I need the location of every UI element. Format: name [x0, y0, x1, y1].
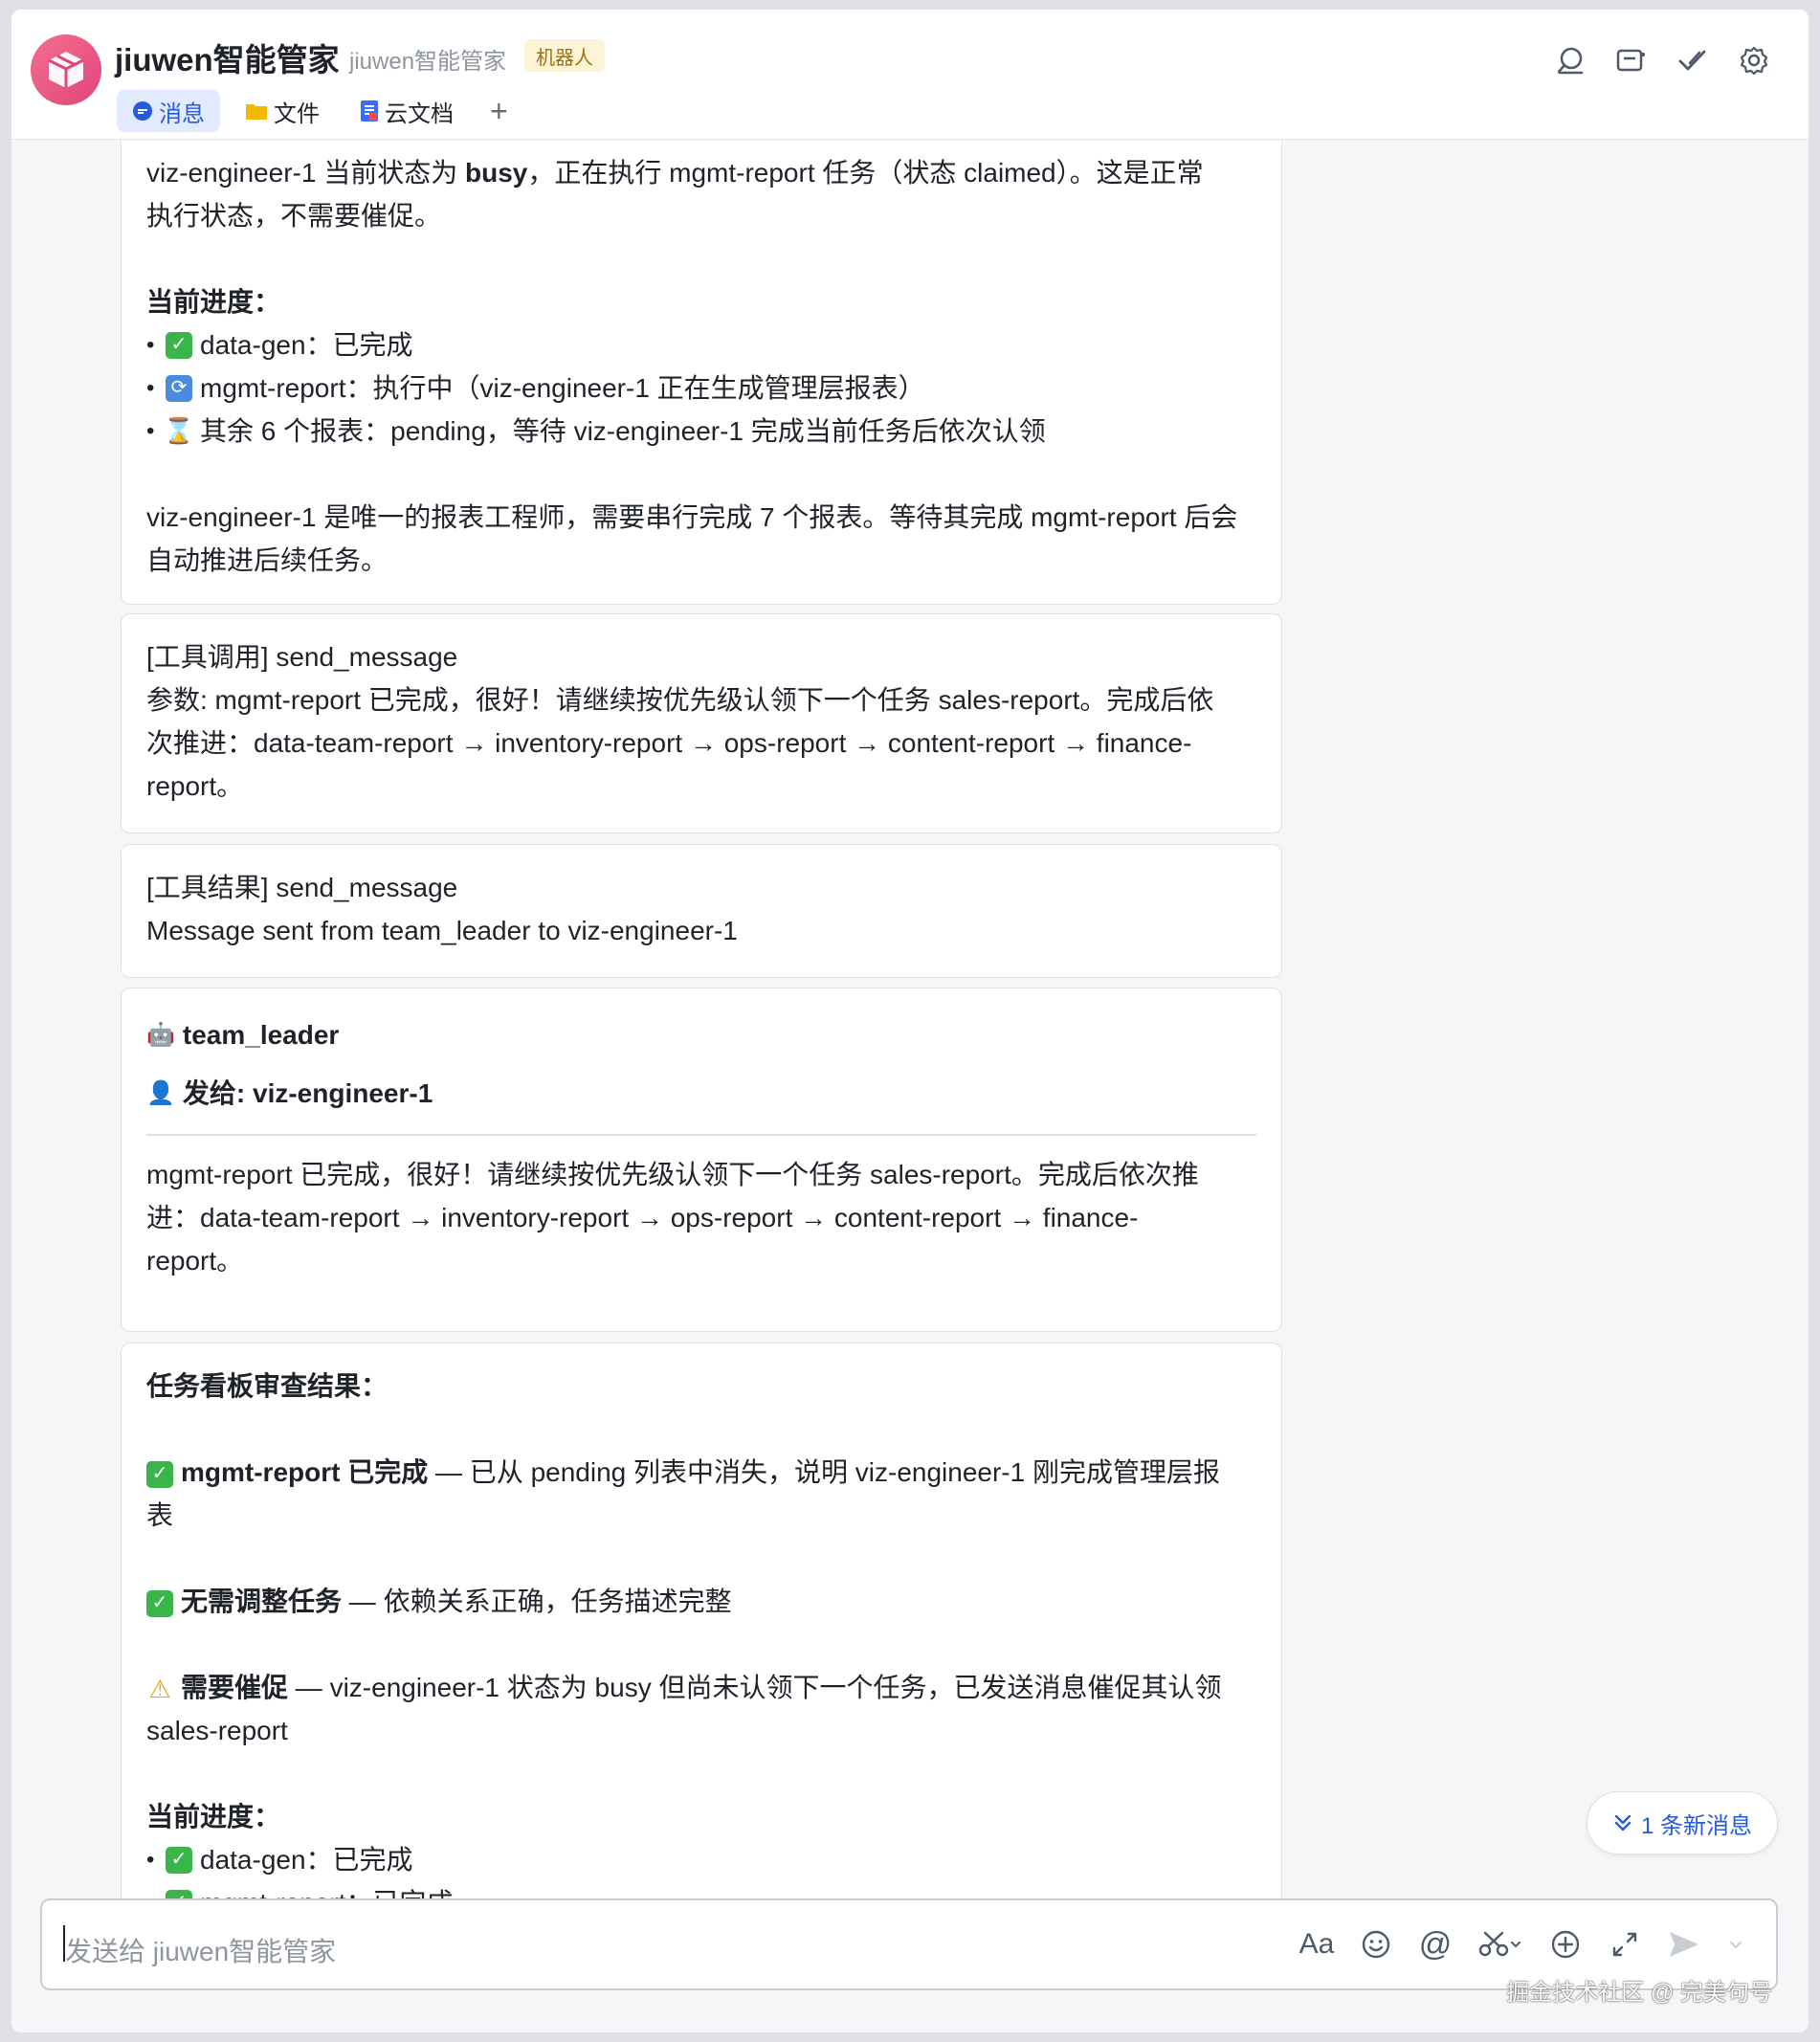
header-actions: [1554, 44, 1770, 77]
user-icon: 👤: [146, 1080, 175, 1106]
message-text: 自动推进后续任务。: [146, 545, 388, 575]
tab-cloud-docs[interactable]: 云文档: [344, 90, 469, 132]
message-input-placeholder: 发送给 jiuwen智能管家: [65, 1937, 337, 1966]
tool-result-title: [工具结果] send_message: [146, 873, 458, 902]
search-chat-icon[interactable]: [1554, 44, 1587, 77]
message-text: 参数: mgmt-report 已完成，很好！请继续按优先级认领下一个任务 sa…: [146, 685, 1214, 715]
doc-icon: [361, 100, 378, 122]
tab-cloud-docs-label: 云文档: [385, 100, 454, 127]
chat-subtitle: jiuwen智能管家: [349, 49, 507, 75]
bot-avatar[interactable]: [31, 34, 101, 105]
hourglass-icon: ⌛: [163, 416, 195, 445]
review-item: ⚠ 需要催促 — viz-engineer-1 状态为 busy 但尚未认领下一个…: [146, 1666, 1256, 1709]
chat-window: jiuwen智能管家 jiuwen智能管家 机器人 消息 文件 云文档 + vi…: [11, 10, 1809, 2032]
chat-tabs: 消息 文件 云文档 +: [117, 90, 520, 132]
checkmark-icon: ✓: [166, 1846, 192, 1874]
message-text: mgmt-report 已完成，很好！请继续按优先级认领下一个任务 sales-…: [146, 1160, 1199, 1189]
message-text: viz-engineer-1 是唯一的报表工程师，需要串行完成 7 个报表。等待…: [146, 502, 1238, 532]
robot-icon: 🤖: [146, 1022, 175, 1048]
send-icon[interactable]: [1665, 1923, 1703, 1965]
box-icon: [48, 52, 84, 88]
message-card: viz-engineer-1 当前状态为 busy，正在执行 mgmt-repo…: [121, 141, 1282, 605]
checkmark-icon: ✓: [146, 1589, 173, 1617]
tool-call-title: [工具调用] send_message: [146, 642, 458, 672]
divider: [146, 1134, 1256, 1136]
message-card: 🤖 team_leader 👤 发给: viz-engineer-1 mgmt-…: [121, 988, 1282, 1332]
expand-icon[interactable]: [1606, 1923, 1644, 1965]
watermark: 掘金技术社区 @ 完美句号: [1506, 1980, 1772, 2006]
message-text: report。: [146, 1246, 244, 1276]
review-heading: 任务看板审查结果：: [146, 1371, 388, 1401]
progress-heading: 当前进度：: [146, 287, 281, 317]
add-circle-icon[interactable]: [1546, 1923, 1585, 1965]
message-card: 任务看板审查结果： ✓ mgmt-report 已完成 — 已从 pending …: [121, 1343, 1282, 1907]
message-text: Message sent from team_leader to viz-eng…: [146, 916, 738, 945]
input-toolbar: Aa @: [1298, 1923, 1747, 1965]
review-item: ✓ mgmt-report 已完成 — 已从 pending 列表中消失，说明 v…: [146, 1451, 1256, 1494]
new-message-label: 1 条新消息: [1640, 1812, 1752, 1839]
sender-name: team_leader: [182, 1020, 340, 1050]
recipient-name: 发给: viz-engineer-1: [182, 1078, 433, 1108]
refresh-icon: ⟳: [166, 374, 192, 402]
double-chevron-down-icon: [1614, 1814, 1631, 1831]
settings-gear-icon[interactable]: [1738, 44, 1770, 77]
message-text: viz-engineer-1 当前状态为 busy，正在执行 mgmt-repo…: [146, 158, 1204, 188]
message-text: 表: [146, 1500, 174, 1530]
sender-line: 🤖 team_leader: [146, 1013, 1256, 1056]
text-format-icon[interactable]: Aa: [1298, 1923, 1336, 1965]
review-item: ✓ 无需调整任务 — 依赖关系正确，任务描述完整: [146, 1580, 1256, 1623]
recipient-line: 👤 发给: viz-engineer-1: [146, 1072, 1256, 1115]
bot-badge: 机器人: [524, 39, 605, 72]
screenshot-scissors-icon[interactable]: [1476, 1923, 1525, 1965]
message-text: 进：data-team-report → inventory-report → …: [146, 1203, 1139, 1232]
folder-icon: [246, 104, 267, 120]
new-topic-icon[interactable]: [1615, 44, 1648, 77]
checkmark-icon: ✓: [166, 331, 192, 359]
chat-title[interactable]: jiuwen智能管家: [115, 34, 340, 80]
message-list[interactable]: viz-engineer-1 当前状态为 busy，正在执行 mgmt-repo…: [11, 141, 1809, 1907]
new-message-button[interactable]: 1 条新消息: [1586, 1791, 1778, 1854]
done-check-icon[interactable]: [1676, 44, 1709, 77]
message-card: [工具结果] send_message Message sent from te…: [121, 844, 1282, 978]
message-text: sales-report: [146, 1716, 288, 1745]
tab-messages[interactable]: 消息: [117, 90, 220, 132]
progress-heading: 当前进度：: [146, 1802, 281, 1831]
list-item: • ⌛ 其余 6 个报表：pending，等待 viz-engineer-1 完成当…: [146, 416, 1046, 446]
list-item: • ✓ data-gen：已完成: [146, 330, 413, 360]
chat-header: jiuwen智能管家 jiuwen智能管家 机器人 消息 文件 云文档 +: [11, 10, 1809, 140]
message-text: report。: [146, 771, 244, 801]
mention-icon[interactable]: @: [1416, 1923, 1454, 1965]
list-item: • ✓ data-gen：已完成: [146, 1845, 413, 1875]
message-text: 次推进：data-team-report → inventory-report …: [146, 728, 1192, 758]
tab-messages-label: 消息: [159, 100, 205, 127]
tab-files-label: 文件: [274, 100, 320, 127]
warning-icon: ⚠: [148, 1675, 171, 1704]
message-text: 执行状态，不需要催促。: [146, 201, 442, 231]
add-tab-button[interactable]: +: [478, 90, 520, 132]
checkmark-icon: ✓: [146, 1460, 173, 1488]
emoji-icon[interactable]: [1357, 1923, 1395, 1965]
chat-bubble-icon: [133, 101, 152, 121]
send-options-chevron-icon[interactable]: [1724, 1923, 1747, 1965]
tab-files[interactable]: 文件: [230, 90, 335, 132]
message-card: [工具调用] send_message 参数: mgmt-report 已完成，…: [121, 613, 1282, 833]
list-item: • ⟳ mgmt-report：执行中（viz-engineer-1 正在生成管理层…: [146, 373, 925, 403]
